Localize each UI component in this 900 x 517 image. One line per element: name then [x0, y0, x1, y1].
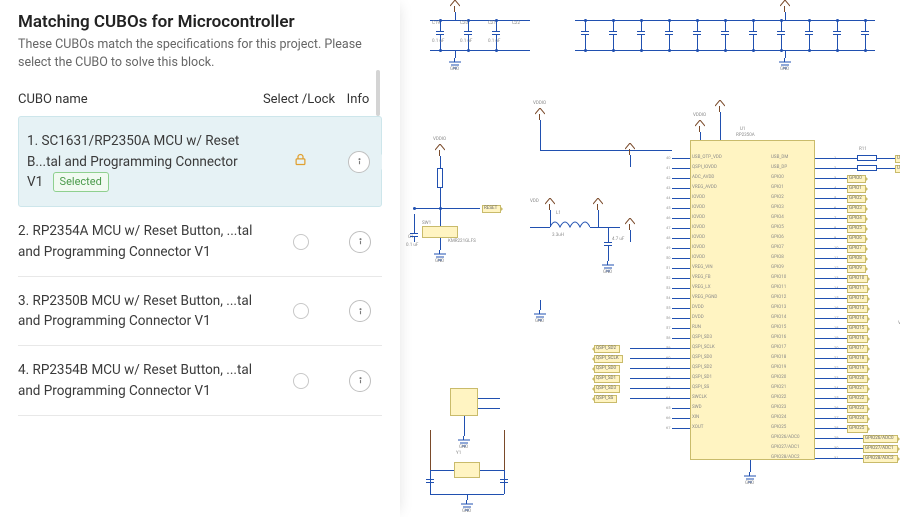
select-radio[interactable]	[293, 373, 309, 389]
select-radio[interactable]	[293, 303, 309, 319]
schematic-canvas: VDDC190.1 uFC200.1 uFC210.1 uFGNDC22VDDI…	[400, 0, 900, 517]
lock-icon[interactable]	[293, 152, 308, 171]
cubo-row[interactable]: 2. RP2354A MCU w/ Reset Button, ...tal a…	[18, 207, 382, 277]
cubo-row[interactable]: 1. SC1631/RP2350A MCU w/ Reset B...tal a…	[18, 116, 382, 207]
info-button[interactable]	[348, 151, 370, 173]
panel-description: These CUBOs match the specifications for…	[18, 36, 382, 72]
info-button[interactable]	[349, 300, 371, 322]
cubo-row[interactable]: 4. RP2354B MCU w/ Reset Button, ...tal a…	[18, 346, 382, 416]
cubo-row[interactable]: 3. RP2350B MCU w/ Reset Button, ...tal a…	[18, 277, 382, 347]
cubo-name: 4. RP2354B MCU w/ Reset Button, ...tal a…	[18, 360, 260, 401]
cubo-panel: Matching CUBOs for Microcontroller These…	[0, 0, 400, 517]
select-radio[interactable]	[293, 234, 309, 250]
info-button[interactable]	[349, 231, 371, 253]
column-header-row: CUBO name Select /Lock Info	[18, 86, 382, 116]
cubo-name: 1. SC1631/RP2350A MCU w/ Reset B...tal a…	[27, 131, 259, 192]
panel-title: Matching CUBOs for Microcontroller	[18, 12, 382, 32]
selected-badge: Selected	[53, 172, 109, 193]
cubo-name: 2. RP2354A MCU w/ Reset Button, ...tal a…	[18, 221, 260, 262]
column-header-info: Info	[340, 92, 376, 107]
column-header-lock: Select /Lock	[258, 92, 340, 107]
cubo-name: 3. RP2350B MCU w/ Reset Button, ...tal a…	[18, 291, 260, 332]
cubo-list: 1. SC1631/RP2350A MCU w/ Reset B...tal a…	[18, 116, 382, 505]
schematic-view[interactable]: VDDC190.1 uFC200.1 uFC210.1 uFGNDC22VDDI…	[400, 0, 900, 517]
info-button[interactable]	[349, 370, 371, 392]
column-header-name: CUBO name	[18, 92, 258, 107]
